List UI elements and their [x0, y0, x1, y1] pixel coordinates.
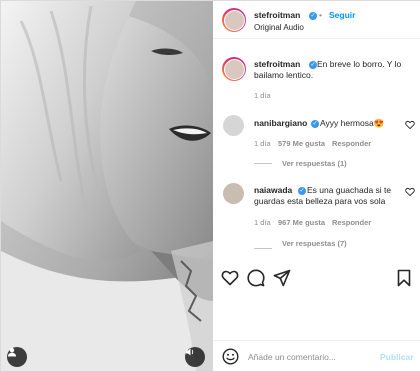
- view-replies-button[interactable]: Ver respuestas (1): [282, 158, 347, 169]
- follow-button[interactable]: Seguir: [329, 10, 355, 21]
- heart-icon[interactable]: [405, 120, 415, 130]
- heart-icon[interactable]: [221, 269, 239, 287]
- post-header: stefroitman ✓ • Seguir Original Audio: [213, 1, 420, 39]
- comment-verified-icon: ✓: [298, 186, 306, 195]
- comment-likes[interactable]: 967 Me gusta: [278, 217, 325, 228]
- heart-icon[interactable]: [405, 187, 415, 197]
- comment-likes[interactable]: 579 Me gusta: [278, 138, 325, 149]
- reply-button[interactable]: Responder: [332, 138, 371, 149]
- caption-text-line2: bailamo lentico.: [254, 70, 314, 80]
- verified-badge-icon: ✓: [309, 11, 317, 20]
- comment-avatar[interactable]: [223, 115, 244, 136]
- comment-username[interactable]: naiawada: [254, 185, 292, 196]
- author-username[interactable]: stefroitman: [254, 10, 300, 21]
- view-replies-button[interactable]: Ver respuestas (7): [282, 238, 347, 249]
- photo-image: [1, 1, 213, 371]
- comment-username[interactable]: nanibargiano: [254, 118, 307, 129]
- comment-input[interactable]: Añade un comentario...: [248, 352, 336, 363]
- audio-label[interactable]: Original Audio: [254, 22, 304, 33]
- post-actions-bar: [213, 263, 420, 293]
- audio-toggle-button[interactable]: [185, 347, 205, 367]
- comment-composer: Añade un comentario... Publicar: [213, 340, 420, 371]
- comment-text-line2: guardas esta belleza para vos sola: [254, 196, 386, 206]
- publish-button[interactable]: Publicar: [380, 352, 414, 363]
- caption-text-line1: En breve lo borro. Y lo: [317, 59, 402, 69]
- author-avatar[interactable]: [222, 8, 246, 32]
- post-details-pane: stefroitman ✓ • Seguir Original Audio st…: [213, 1, 420, 371]
- comment-text-line1: Es una guachada si te: [307, 185, 392, 195]
- comment-text: Ayyy hermosa😍: [320, 118, 385, 128]
- caption-time: 1 día: [254, 91, 271, 100]
- comment-icon[interactable]: [247, 269, 265, 287]
- reply-button[interactable]: Responder: [332, 217, 371, 228]
- emoji-icon[interactable]: [222, 348, 239, 365]
- comment-time: 1 día: [254, 139, 271, 148]
- header-separator: •: [319, 10, 322, 20]
- replies-divider: [254, 248, 272, 249]
- comment-verified-icon: ✓: [311, 119, 319, 128]
- speaker-icon: [186, 348, 194, 356]
- bookmark-icon[interactable]: [395, 269, 413, 287]
- caption-author-avatar[interactable]: [222, 57, 246, 81]
- comment-time: 1 día: [254, 218, 271, 227]
- post-media[interactable]: [1, 1, 213, 371]
- replies-divider: [254, 163, 272, 164]
- caption-verified-icon: ✓: [309, 60, 317, 69]
- comment-avatar[interactable]: [223, 183, 244, 204]
- post-modal: stefroitman ✓ • Seguir Original Audio st…: [0, 0, 420, 371]
- tagged-users-button[interactable]: [7, 347, 27, 367]
- caption-username[interactable]: stefroitman: [254, 59, 300, 70]
- paper-plane-icon[interactable]: [273, 269, 291, 287]
- user-icon: [8, 348, 16, 357]
